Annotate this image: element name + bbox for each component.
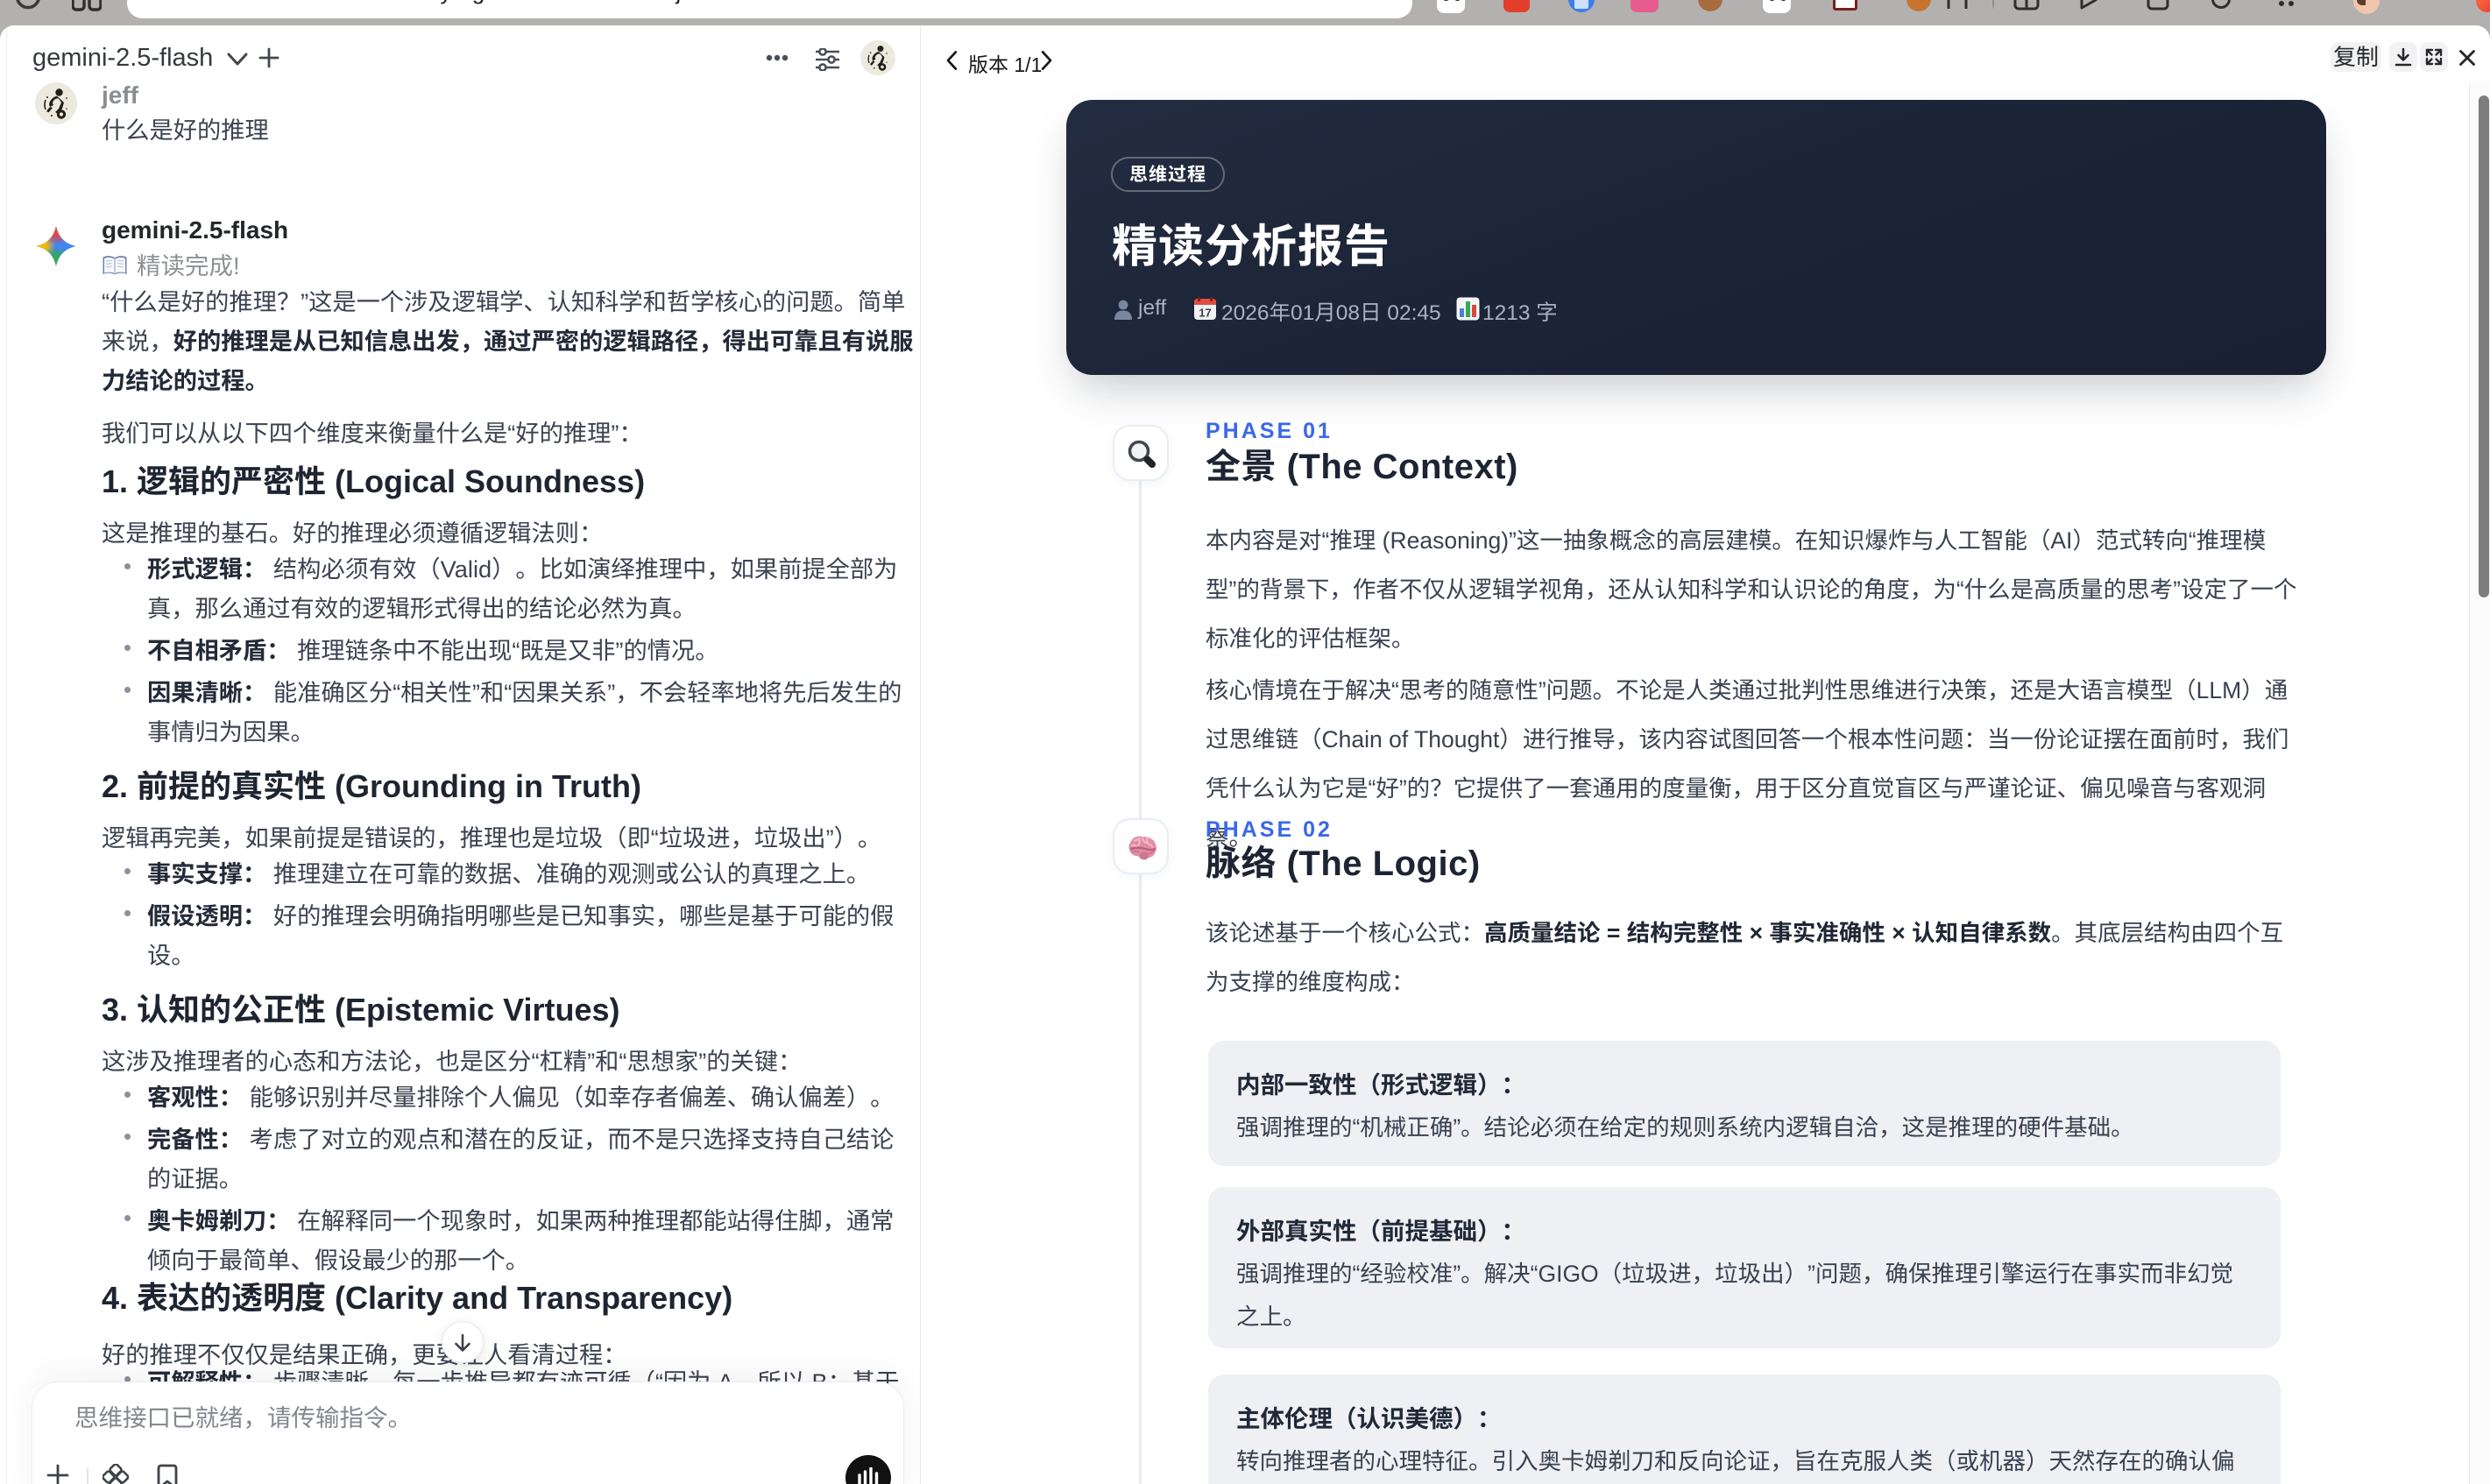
svg-text:17: 17 bbox=[1199, 307, 1211, 320]
